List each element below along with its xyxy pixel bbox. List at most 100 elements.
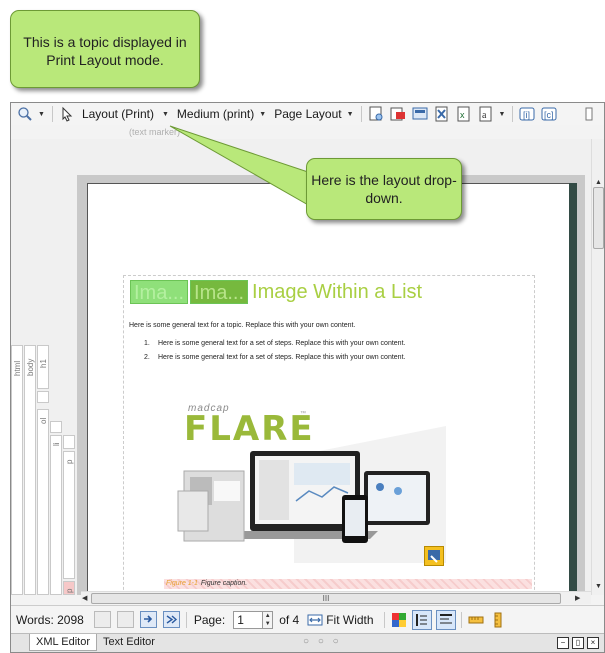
page-layout-dropdown[interactable]: Page Layout [274, 107, 341, 121]
next-page-button[interactable] [139, 611, 157, 628]
show-structure-bars-button[interactable] [411, 609, 432, 630]
zoom-icon[interactable] [17, 106, 33, 122]
structure-bar-p[interactable]: p [63, 451, 75, 579]
color-grid-icon[interactable] [391, 612, 407, 628]
last-page-button[interactable] [162, 611, 180, 628]
pointer-icon[interactable] [59, 106, 75, 122]
fit-width-button[interactable]: Fit Width [326, 613, 373, 627]
heading-variable-chip[interactable]: Ima... [130, 280, 189, 304]
svg-text:[c]: [c] [544, 110, 554, 120]
split-grip[interactable]: ○ ○ ○ [303, 636, 342, 647]
list-item-text[interactable]: Here is some general text for a set of s… [158, 354, 405, 361]
figure-caption[interactable]: Figure 1-1 Figure caption. [164, 579, 532, 589]
minimize-pane-button[interactable]: − [557, 637, 569, 649]
show-span-bars-button[interactable] [435, 609, 456, 630]
preview-icon[interactable] [368, 106, 384, 122]
tab-text-editor[interactable]: Text Editor [97, 634, 161, 651]
structure-bar-p[interactable] [63, 435, 75, 449]
previous-page-button[interactable] [116, 611, 134, 628]
ruler-icon[interactable] [468, 612, 484, 628]
editor-tab-bar: XML Editor Text Editor ○ ○ ○ − ▯ × [11, 633, 604, 652]
spreadsheet-icon[interactable]: x [456, 106, 472, 122]
structure-bar-label: html [13, 360, 22, 376]
scroll-up-arrow[interactable]: ▲ [595, 179, 602, 186]
heading-variable-chip[interactable]: Ima... [190, 280, 249, 304]
svg-text:x: x [460, 110, 465, 120]
list-item-number: 1. [144, 340, 150, 347]
toolbar-separator [360, 106, 362, 122]
page-total: of 4 [279, 612, 300, 627]
scroll-down-arrow[interactable]: ▼ [595, 583, 602, 590]
markers-icon[interactable] [434, 106, 450, 122]
text-format-caret[interactable]: ▼ [499, 111, 506, 118]
page-number-spinner[interactable]: ▲ ▼ [263, 610, 274, 629]
word-count: Words: 2098 [16, 612, 84, 627]
topic-heading[interactable]: Ima... Ima... Image Within a List [130, 280, 422, 304]
list-item-number: 2. [144, 354, 150, 361]
first-page-button[interactable] [93, 611, 111, 628]
structure-bar-li[interactable] [50, 421, 62, 433]
trademark-mark: ™ [300, 411, 306, 417]
horizontal-scrollbar[interactable]: ◀ III ▶ [81, 591, 591, 604]
structure-bar-h1[interactable]: h1 [37, 345, 49, 389]
page-layout-dropdown-caret[interactable]: ▼ [347, 111, 354, 118]
structure-bar-li[interactable]: li [50, 435, 62, 595]
structure-bar-label: body [26, 358, 35, 376]
list-item[interactable]: 1. Here is some general text for a set of… [144, 340, 405, 347]
vertical-scroll-thumb[interactable] [593, 187, 604, 249]
page-label: Page: [193, 612, 226, 627]
print-page[interactable]: Ima... Ima... Image Within a List Here i… [87, 183, 569, 595]
structure-bar-body[interactable]: body [24, 345, 36, 595]
status-separator [383, 611, 385, 628]
close-pane-button[interactable]: × [587, 637, 599, 649]
structure-bar-p[interactable] [37, 391, 49, 403]
structure-bar-label: p [65, 459, 74, 464]
topic-heading-text[interactable]: Image Within a List [252, 281, 422, 304]
medium-dropdown[interactable]: Medium (print) [177, 107, 254, 121]
insert-condition-icon[interactable]: [c] [541, 106, 557, 122]
status-separator [460, 611, 462, 628]
vertical-scrollbar[interactable]: ▲ ▼ [591, 139, 604, 595]
svg-text:[i]: [i] [523, 110, 530, 120]
list-item-text[interactable]: Here is some general text for a set of s… [158, 340, 405, 347]
layout-dropdown[interactable]: Layout (Print) [82, 107, 154, 121]
image-properties-icon[interactable] [424, 546, 444, 566]
tag-hint-text: (text marker) [129, 127, 181, 137]
flare-product-image[interactable]: madcap FLARE ™ [164, 391, 446, 566]
caption-text[interactable]: Figure caption. [201, 580, 247, 587]
document-canvas[interactable]: Ima... Ima... Image Within a List Here i… [11, 139, 591, 595]
structure-bar-label: p [65, 588, 74, 593]
toolbar-overflow-icon[interactable] [584, 106, 600, 122]
caption-number: Figure 1-1 [166, 580, 198, 587]
structure-bar-html[interactable]: html [11, 345, 23, 595]
toolbar-separator [51, 106, 53, 122]
topic-content-area[interactable]: Ima... Ima... Image Within a List Here i… [123, 275, 535, 595]
horizontal-scroll-thumb[interactable]: III [91, 593, 561, 604]
intro-paragraph[interactable]: Here is some general text for a topic. R… [129, 322, 355, 329]
show-frame-icon[interactable] [412, 106, 428, 122]
tab-xml-editor[interactable]: XML Editor [29, 634, 98, 651]
layout-dropdown-callout-text: Here is the layout drop-down. [311, 172, 457, 206]
vertical-ruler-icon[interactable] [490, 612, 506, 628]
fit-width-icon[interactable] [307, 612, 323, 628]
structure-bar-label: li [52, 442, 61, 446]
split-pane-button[interactable]: ▯ [572, 637, 584, 649]
scroll-left-arrow[interactable]: ◀ [82, 594, 87, 602]
print-layout-callout: This is a topic displayed in Print Layou… [10, 10, 200, 88]
insert-variable-icon[interactable]: [i] [519, 106, 535, 122]
zoom-dropdown-caret[interactable]: ▼ [38, 111, 45, 118]
editor-toolbar: ▼ Layout (Print) ▼ Medium (print) ▼ Page… [11, 103, 604, 125]
flare-wordmark: FLARE [184, 409, 315, 449]
screenshot-root: This is a topic displayed in Print Layou… [0, 0, 605, 653]
svg-text:a: a [482, 110, 487, 121]
page-number-input[interactable]: 1 [233, 610, 264, 629]
scroll-right-arrow[interactable]: ▶ [575, 594, 580, 602]
layout-dropdown-caret[interactable]: ▼ [162, 111, 169, 118]
text-format-icon[interactable]: a [478, 106, 494, 122]
list-item[interactable]: 2. Here is some general text for a set of… [144, 354, 405, 361]
layout-dropdown-callout: Here is the layout drop-down. [306, 158, 462, 220]
track-changes-icon[interactable] [390, 106, 406, 122]
structure-bar-ol[interactable]: ol [37, 409, 49, 595]
medium-dropdown-caret[interactable]: ▼ [259, 111, 266, 118]
structure-bar-p[interactable]: p [63, 581, 75, 595]
